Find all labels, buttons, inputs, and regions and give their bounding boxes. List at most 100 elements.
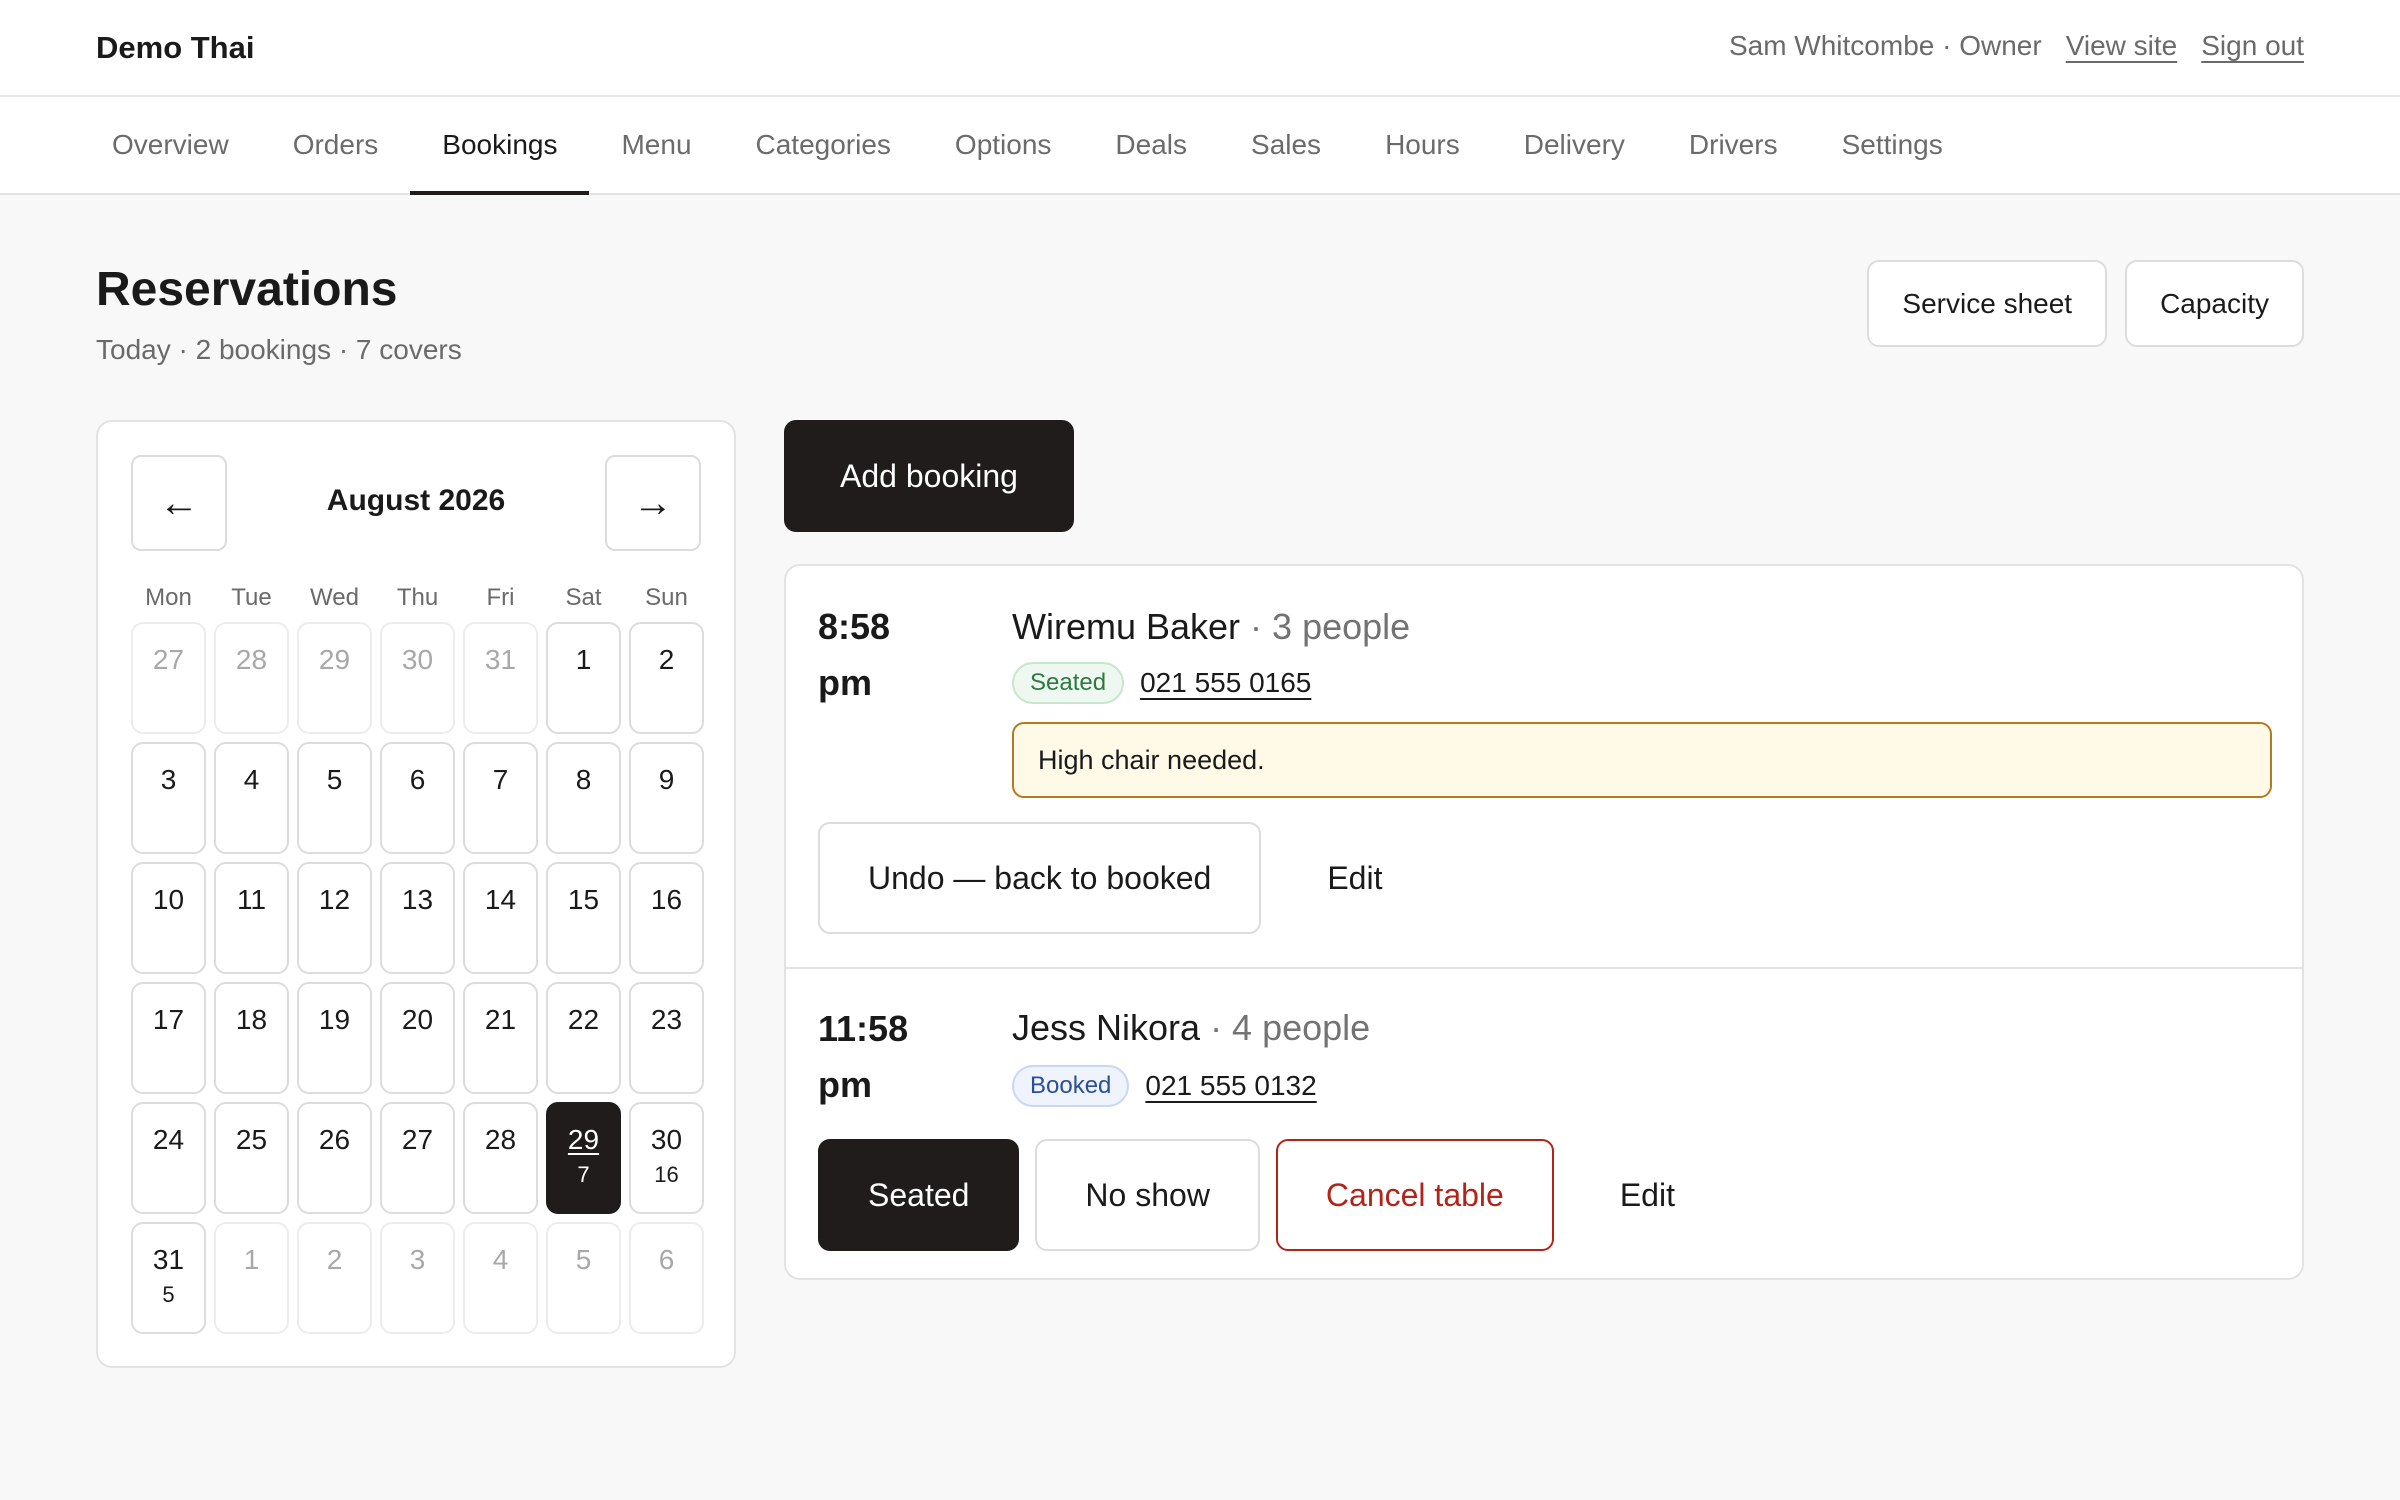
day-number: 19: [318, 1004, 351, 1035]
calendar-day[interactable]: 31 5: [131, 1222, 206, 1334]
day-number: 25: [235, 1124, 268, 1155]
bookings-list: 8:58 pm Wiremu Baker · 3 people Seated 0…: [784, 564, 2304, 1280]
tab-overview[interactable]: Overview: [80, 97, 261, 193]
phone-link[interactable]: 021 555 0165: [1140, 667, 1311, 699]
calendar-day[interactable]: 1: [214, 1222, 289, 1334]
party-size: · 4 people: [1200, 1007, 1371, 1048]
calendar-day[interactable]: 28: [214, 622, 289, 734]
calendar-day-selected[interactable]: 29 7: [546, 1102, 621, 1214]
calendar-day[interactable]: 18: [214, 982, 289, 1094]
prev-month-button[interactable]: ←: [131, 455, 227, 551]
tab-orders[interactable]: Orders: [261, 97, 411, 193]
calendar-day[interactable]: 9: [629, 742, 704, 854]
day-number: 6: [409, 764, 426, 795]
calendar-day[interactable]: 26: [297, 1102, 372, 1214]
header-actions: Service sheet Capacity: [1867, 260, 2304, 347]
calendar-day[interactable]: 2: [297, 1222, 372, 1334]
day-number: 26: [318, 1124, 351, 1155]
tab-drivers[interactable]: Drivers: [1657, 97, 1810, 193]
cancel-table-button[interactable]: Cancel table: [1275, 1139, 1554, 1251]
day-number: 13: [401, 884, 434, 915]
tab-bookings[interactable]: Bookings: [410, 97, 590, 195]
calendar-day[interactable]: 19: [297, 982, 372, 1094]
calendar-day[interactable]: 24: [131, 1102, 206, 1214]
calendar-day[interactable]: 14: [463, 862, 538, 974]
tab-menu[interactable]: Menu: [589, 97, 723, 193]
tab-settings[interactable]: Settings: [1810, 97, 1975, 193]
calendar-day[interactable]: 25: [214, 1102, 289, 1214]
booking-note: High chair needed.: [1012, 722, 2272, 798]
tab-delivery[interactable]: Delivery: [1492, 97, 1657, 193]
service-sheet-button[interactable]: Service sheet: [1867, 260, 2108, 347]
tab-deals[interactable]: Deals: [1083, 97, 1219, 193]
calendar-day[interactable]: 27: [380, 1102, 455, 1214]
calendar-day[interactable]: 13: [380, 862, 455, 974]
booking-actions: Undo — back to booked Edit: [818, 822, 1432, 934]
day-number: 21: [484, 1004, 517, 1035]
calendar-day[interactable]: 11: [214, 862, 289, 974]
calendar-day[interactable]: 28: [463, 1102, 538, 1214]
calendar-day[interactable]: 8: [546, 742, 621, 854]
no-show-button[interactable]: No show: [1035, 1139, 1260, 1251]
calendar-day[interactable]: 10: [131, 862, 206, 974]
calendar-day[interactable]: 21: [463, 982, 538, 1094]
calendar-day[interactable]: 22: [546, 982, 621, 1094]
calendar-day[interactable]: 5: [546, 1222, 621, 1334]
calendar-day[interactable]: 4: [214, 742, 289, 854]
calendar: ← August 2026 → Mon Tue Wed Thu Fri Sat …: [96, 420, 736, 1368]
calendar-day[interactable]: 2: [629, 622, 704, 734]
mark-seated-button[interactable]: Seated: [818, 1139, 1020, 1251]
tab-sales[interactable]: Sales: [1219, 97, 1353, 193]
tab-options[interactable]: Options: [923, 97, 1084, 193]
main-nav: Overview Orders Bookings Menu Categories…: [0, 97, 2400, 195]
calendar-day[interactable]: 7: [463, 742, 538, 854]
status-badge: Seated: [1012, 662, 1125, 704]
add-booking-button[interactable]: Add booking: [784, 420, 1074, 532]
calendar-day[interactable]: 20: [380, 982, 455, 1094]
calendar-day[interactable]: 29: [297, 622, 372, 734]
day-number: 31: [484, 644, 517, 675]
calendar-day[interactable]: 12: [297, 862, 372, 974]
capacity-button[interactable]: Capacity: [2125, 260, 2304, 347]
day-covers-count: 7: [577, 1162, 590, 1187]
edit-booking-button[interactable]: Edit: [1277, 822, 1432, 934]
booking-guest: Jess Nikora · 4 people: [1012, 1007, 1370, 1049]
booking-actions: Seated No show Cancel table Edit: [818, 1139, 1725, 1251]
day-number: 28: [484, 1124, 517, 1155]
calendar-day[interactable]: 30: [380, 622, 455, 734]
day-number: 27: [401, 1124, 434, 1155]
day-number: 2: [326, 1244, 343, 1275]
day-number: 10: [152, 884, 185, 915]
undo-booked-button[interactable]: Undo — back to booked: [818, 822, 1262, 934]
edit-booking-button[interactable]: Edit: [1570, 1139, 1725, 1251]
view-site-link[interactable]: View site: [2066, 30, 2178, 62]
calendar-day[interactable]: 6: [629, 1222, 704, 1334]
day-number: 27: [152, 644, 185, 675]
day-number: 4: [243, 764, 260, 795]
calendar-day[interactable]: 6: [380, 742, 455, 854]
brand-name[interactable]: Demo Thai: [96, 30, 254, 66]
page-title: Reservations: [96, 263, 398, 316]
calendar-day[interactable]: 17: [131, 982, 206, 1094]
calendar-day[interactable]: 16: [629, 862, 704, 974]
booking-time: 11:58 pm: [818, 1008, 909, 1105]
day-number: 29: [318, 644, 351, 675]
calendar-day[interactable]: 23: [629, 982, 704, 1094]
calendar-day[interactable]: 5: [297, 742, 372, 854]
sign-out-link[interactable]: Sign out: [2201, 30, 2304, 62]
calendar-day[interactable]: 4: [463, 1222, 538, 1334]
tab-categories[interactable]: Categories: [724, 97, 923, 193]
calendar-day[interactable]: 27: [131, 622, 206, 734]
tab-hours[interactable]: Hours: [1353, 97, 1492, 193]
calendar-day[interactable]: 3: [131, 742, 206, 854]
calendar-day[interactable]: 30 16: [629, 1102, 704, 1214]
day-number: 5: [326, 764, 343, 795]
calendar-day[interactable]: 15: [546, 862, 621, 974]
calendar-day[interactable]: 3: [380, 1222, 455, 1334]
calendar-day[interactable]: 31: [463, 622, 538, 734]
user-label: Sam Whitcombe · Owner: [1728, 30, 2042, 61]
phone-link[interactable]: 021 555 0132: [1145, 1070, 1316, 1102]
weekday-label: Tue: [231, 584, 272, 611]
next-month-button[interactable]: →: [605, 455, 701, 551]
calendar-day[interactable]: 1: [546, 622, 621, 734]
